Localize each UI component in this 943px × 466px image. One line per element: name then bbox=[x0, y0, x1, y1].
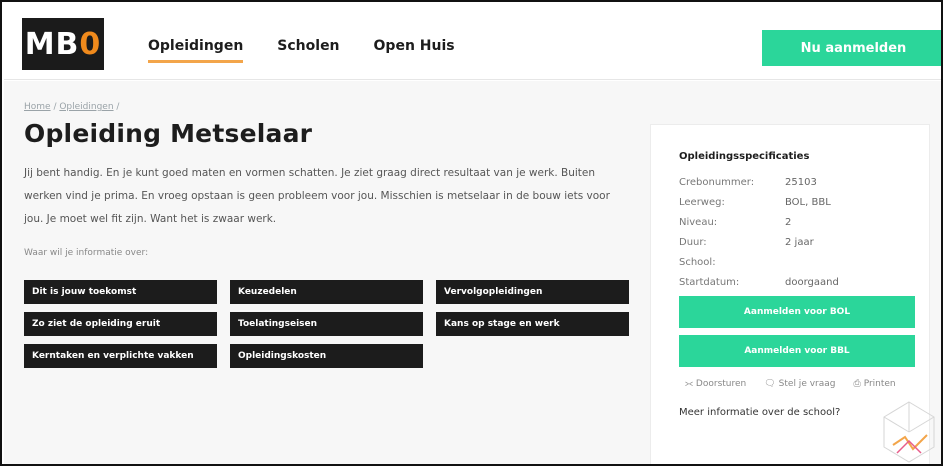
mbo-logo[interactable]: MB 0 bbox=[22, 18, 104, 70]
spec-key: Duur: bbox=[679, 237, 707, 248]
specs-list: Crebonummer: 25103 Leerweg: BOL, BBL Nivea… bbox=[679, 173, 839, 293]
nu-aanmelden-button[interactable]: Nu aanmelden bbox=[762, 30, 941, 66]
spec-value: BOL, BBL bbox=[785, 197, 831, 208]
print-action[interactable]: ⎙ Printen bbox=[853, 379, 895, 389]
spec-value: 25103 bbox=[785, 177, 817, 188]
spec-value: 2 jaar bbox=[785, 237, 814, 248]
specs-title: Opleidingsspecificaties bbox=[679, 151, 810, 162]
spec-row: Leerweg: BOL, BBL bbox=[679, 193, 839, 213]
apply-bol-button[interactable]: Aanmelden voor BOL bbox=[679, 296, 915, 328]
main-nav: Opleidingen Scholen Open Huis bbox=[148, 38, 455, 63]
spec-key: Niveau: bbox=[679, 217, 718, 228]
spec-key: Startdatum: bbox=[679, 277, 740, 288]
printer-icon: ⎙ bbox=[853, 379, 861, 389]
logo-o: 0 bbox=[79, 26, 102, 62]
share-icon: ⪥ bbox=[685, 379, 693, 389]
decorative-cube-icon bbox=[883, 401, 935, 463]
info-prompt: Waar wil je informatie over: bbox=[24, 248, 149, 258]
spec-row: Niveau: 2 bbox=[679, 213, 839, 233]
topic-button-toekomst[interactable]: Dit is jouw toekomst bbox=[24, 280, 217, 304]
question-label: Stel je vraag bbox=[778, 379, 836, 389]
intro-text: Jij bent handig. En je kunt goed maten e… bbox=[24, 167, 610, 225]
spec-value: 2 bbox=[785, 217, 792, 228]
card-actions: ⪥ Doorsturen 🗨 Stel je vraag ⎙ Printen bbox=[685, 379, 896, 389]
print-label: Printen bbox=[863, 379, 896, 389]
breadcrumb-home[interactable]: Home bbox=[24, 102, 51, 112]
more-info-link[interactable]: Meer informatie over de school? bbox=[679, 407, 840, 418]
spec-key: School: bbox=[679, 257, 716, 268]
logo-text: MB bbox=[24, 26, 80, 62]
spec-row: Duur: 2 jaar bbox=[679, 233, 839, 253]
spec-row: School: bbox=[679, 253, 839, 273]
spec-key: Crebonummer: bbox=[679, 177, 755, 188]
forward-label: Doorsturen bbox=[695, 379, 747, 389]
page-title: Opleiding Metselaar bbox=[24, 119, 313, 148]
topic-button-keuzedelen[interactable]: Keuzedelen bbox=[230, 280, 423, 304]
spec-value: doorgaand bbox=[785, 277, 839, 288]
topic-button-kosten[interactable]: Opleidingskosten bbox=[230, 344, 423, 368]
topic-button-stage-werk[interactable]: Kans op stage en werk bbox=[436, 312, 629, 336]
spec-row: Crebonummer: 25103 bbox=[679, 173, 839, 193]
apply-bbl-button[interactable]: Aanmelden voor BBL bbox=[679, 335, 915, 367]
breadcrumb-separator: / bbox=[113, 102, 120, 112]
topic-button-opleiding[interactable]: Zo ziet de opleiding eruit bbox=[24, 312, 217, 336]
page-frame: MB 0 Opleidingen Scholen Open Huis Nu aan… bbox=[0, 0, 943, 466]
question-action[interactable]: 🗨 Stel je vraag bbox=[764, 379, 835, 389]
spec-row: Startdatum: doorgaand bbox=[679, 273, 839, 293]
site-header: MB 0 Opleidingen Scholen Open Huis Nu aan… bbox=[4, 4, 941, 80]
topic-button-toelatingseisen[interactable]: Toelatingseisen bbox=[230, 312, 423, 336]
topic-button-kerntaken[interactable]: Kerntaken en verplichte vakken bbox=[24, 344, 217, 368]
chat-icon: 🗨 bbox=[764, 379, 776, 389]
specs-card: Opleidingsspecificaties Crebonummer: 2510… bbox=[650, 124, 935, 464]
nav-opleidingen[interactable]: Opleidingen bbox=[148, 38, 244, 63]
topic-button-vervolgopleidingen[interactable]: Vervolgopleidingen bbox=[436, 280, 629, 304]
breadcrumb: Home / Opleidingen / bbox=[24, 102, 119, 112]
nav-open-huis[interactable]: Open Huis bbox=[374, 38, 455, 63]
forward-action[interactable]: ⪥ Doorsturen bbox=[685, 379, 746, 389]
breadcrumb-opleidingen[interactable]: Opleidingen bbox=[59, 102, 113, 112]
nav-scholen[interactable]: Scholen bbox=[277, 38, 339, 63]
spec-key: Leerweg: bbox=[679, 197, 725, 208]
